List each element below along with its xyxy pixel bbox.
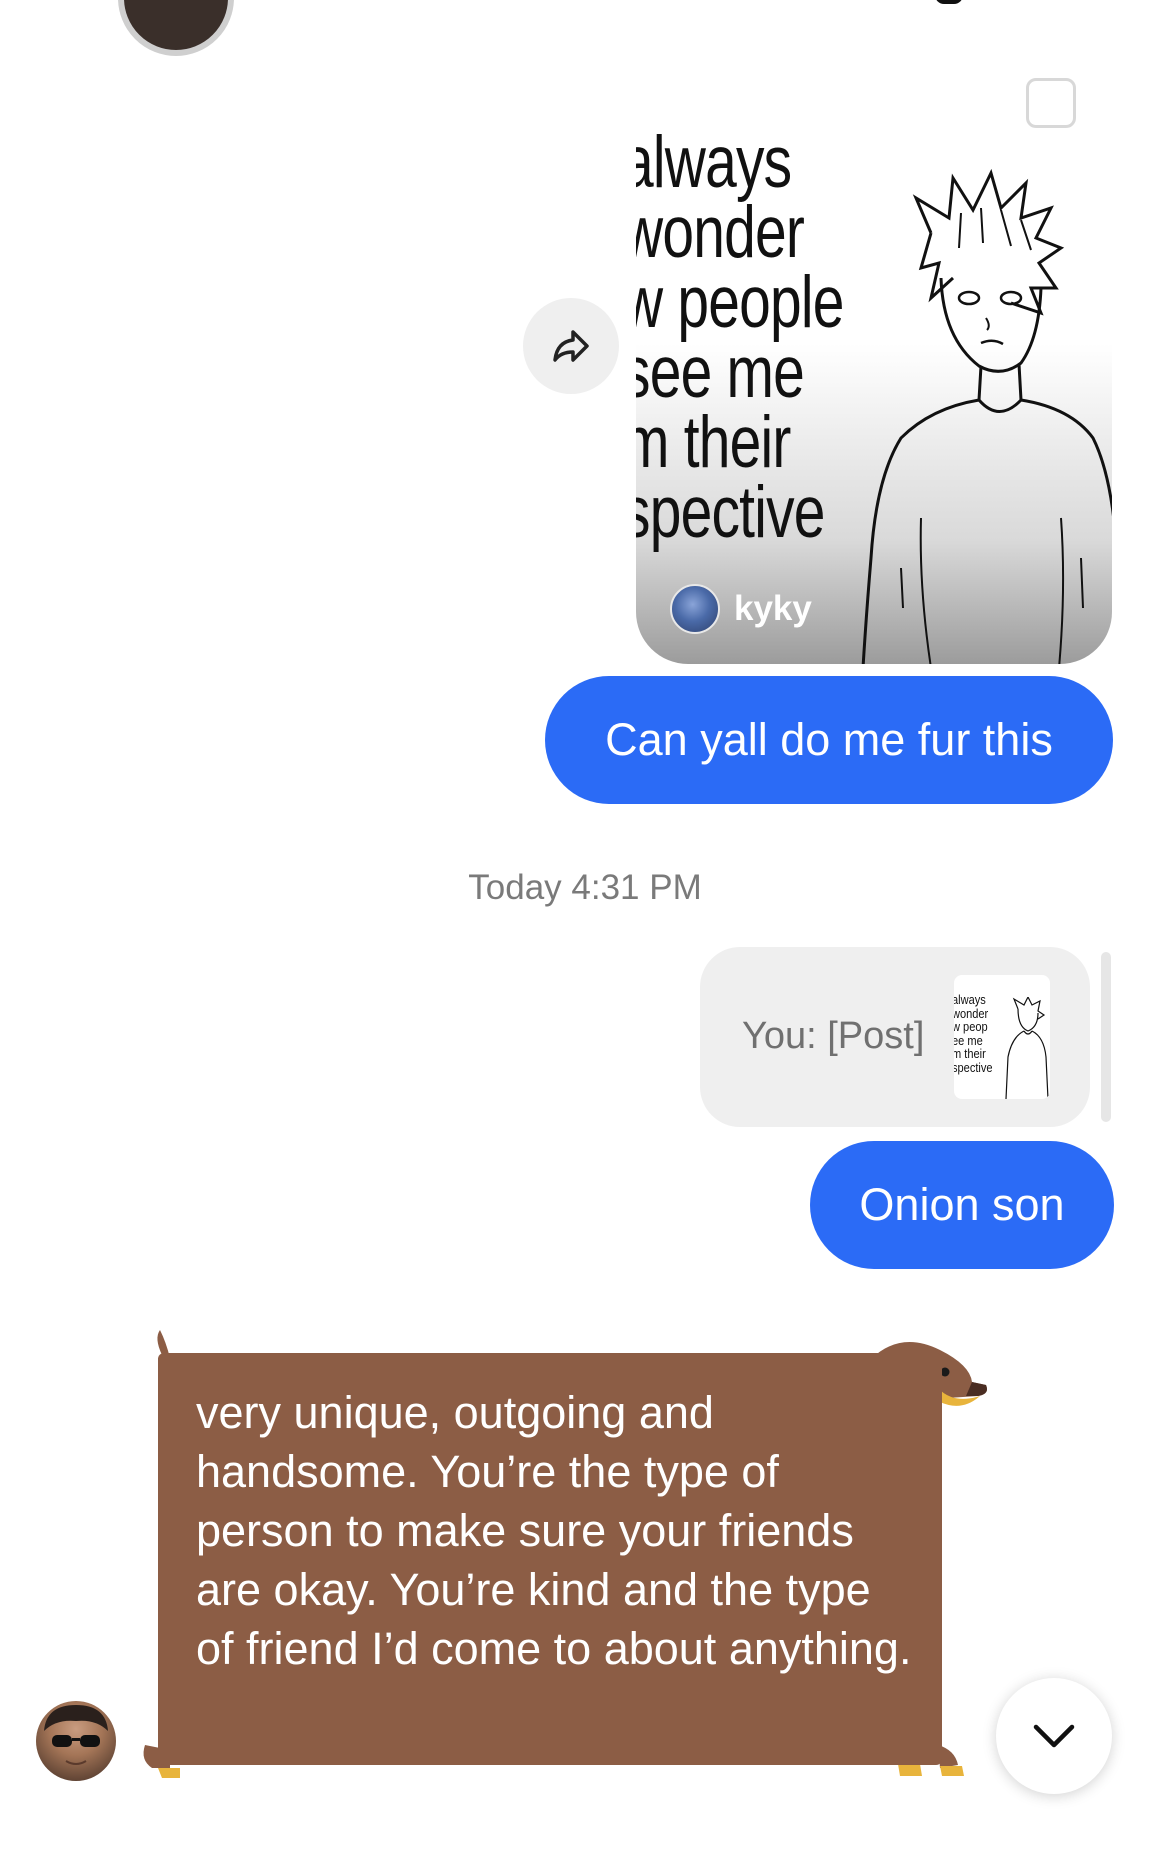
manga-character-illustration: [861, 168, 1112, 664]
reply-post-thumbnail: always wonder w peop ee me m their spect…: [954, 975, 1050, 1099]
received-message[interactable]: very unique, outgoing and handsome. You’…: [158, 1353, 942, 1765]
author-avatar: [670, 584, 720, 634]
received-message-text: very unique, outgoing and handsome. You’…: [196, 1387, 912, 1674]
multi-post-icon: [1026, 78, 1076, 128]
outgoing-message[interactable]: Onion son: [810, 1141, 1114, 1269]
share-button[interactable]: [523, 298, 619, 394]
reply-preview[interactable]: You: [Post] always wonder w peop ee me m…: [700, 947, 1090, 1127]
reply-indicator-bar: [1101, 952, 1111, 1122]
timestamp: Today 4:31 PM: [468, 868, 702, 907]
sender-avatar-image: [44, 1705, 108, 1765]
message-text: Can yall do me fur this: [605, 714, 1053, 765]
more-indicator-icon: [935, 0, 963, 4]
outgoing-message[interactable]: Can yall do me fur this: [545, 676, 1113, 804]
shared-post-card[interactable]: always wonder w people see me m their sp…: [636, 48, 1112, 664]
post-author[interactable]: kyky: [670, 584, 812, 634]
thumbnail-caption: always wonder w peop ee me m their spect…: [954, 992, 993, 1075]
scroll-down-button[interactable]: [996, 1678, 1112, 1794]
post-caption: always wonder w people see me m their sp…: [636, 122, 844, 553]
share-arrow-icon: [553, 330, 589, 362]
author-name: kyky: [734, 589, 812, 628]
chevron-down-icon: [1033, 1724, 1075, 1748]
sender-avatar[interactable]: [36, 1701, 116, 1781]
message-text: Onion son: [859, 1179, 1065, 1230]
reply-preview-text: You: [Post]: [742, 1015, 925, 1057]
thumbnail-illustration: [1005, 997, 1049, 1099]
top-avatar: [118, 0, 234, 56]
